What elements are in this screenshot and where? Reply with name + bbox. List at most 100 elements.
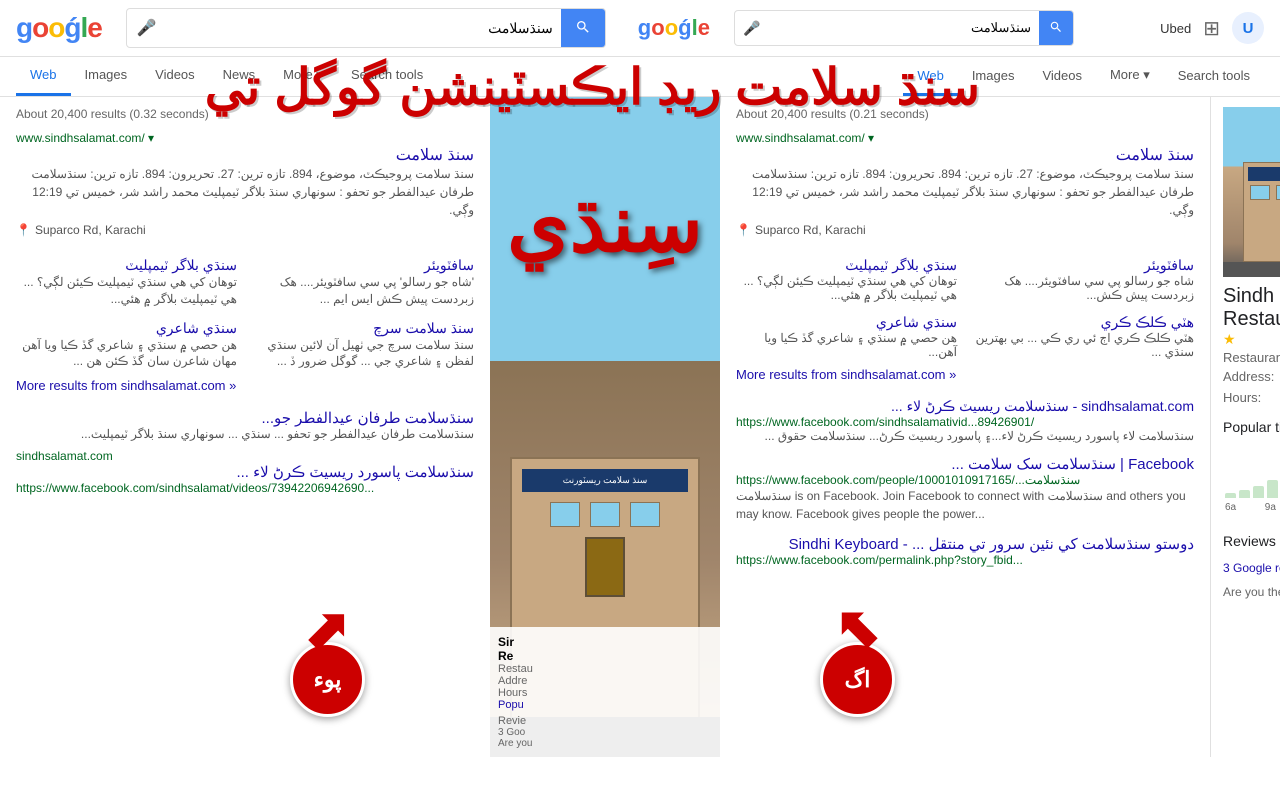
right-sindhi-keyboard: دوستو سنڌسلامت کي نئين سرور تي منتقل ...… [736,535,1194,567]
tab-search-tools[interactable]: Search tools [337,57,437,96]
nav-bar-left: Web Images Videos News More ▾ Search too… [0,57,1280,97]
restaurant-info-overlay: SirRe Restau Addre Hours Popu Revie 3 Go… [490,627,720,757]
more-results-left[interactable]: More results from sindhsalamat.com » [16,378,474,393]
ag-overlay: ➡ اگ [820,602,895,717]
location-pin-icon: 📍 [16,223,31,237]
apps-icon[interactable]: ⊞ [1203,16,1220,41]
main-search-button[interactable] [561,9,605,47]
knowledge-panel: سنڌ سلامت See photos [1210,97,1280,757]
results-count-left: About 20,400 results (0.32 seconds) [16,107,474,121]
tab-news[interactable]: News [209,57,270,96]
right-fb-url: sindhsalamat.com - سنڌسلامت ريسيٽ ڪرڻ لا… [736,398,1194,415]
microphone-icon[interactable]: 🎤 [127,18,167,38]
kp-footer: Are you the business owner? Feedback [1223,585,1280,599]
left-sub-result-1b: سافٽويئر 'شاه جو رسالو' پي سي سافٽويئر..… [253,257,474,308]
left-sub-result-2b: سنڌ سلامت سرچ سنڌ سلامت سرچ جي ٺهيل آن ل… [253,320,474,371]
right-sub-snippet-2b: هٽي ڪلڪ ڪري اڄ ئي ري ڪي ... بي بهترين سن… [973,331,1194,359]
popular-times-label: Popular times [1223,419,1280,435]
left-result-1: www.sindhsalamat.com/ ▾ سنڌ سلامت سنڌ سل… [16,131,474,237]
result-location-1: 📍 Suparco Rd, Karachi [16,223,474,237]
tab-videos-right[interactable]: Videos [1028,58,1096,96]
google-reviews-link[interactable]: 3 Google reviews [1223,561,1280,575]
sub-snippet-2b: سنڌ سلامت سرچ جي ٺهيل آن لائين سنڌي لفظن… [253,337,474,371]
right-sub-snippet-1b: شاه جو رسالو پي سي سافٽويئر.... هک زبردس… [973,274,1194,302]
right-sk-title[interactable]: دوستو سنڌسلامت کي نئين سرور تي منتقل ...… [736,535,1194,553]
right-location-pin-icon: 📍 [736,223,751,237]
bar-7a [1239,490,1250,498]
right-facebook-page: Facebook | سنڌسلامت سک سلامت ... https:/… [736,455,1194,523]
kp-star-icon: ★ [1223,331,1236,348]
header: gooǵle 🎤 gooǵle 🎤 Ubed ⊞ U [0,0,1280,57]
right-fb-url-link[interactable]: https://www.facebook.com/sindhsalamativi… [736,415,1194,429]
right-sub-title-2a[interactable]: سنڌي شاعري [736,314,957,331]
secondary-mic-icon[interactable]: 🎤 [735,20,768,37]
kp-hours-row: Hours: Open today 7:00 am – 1:00 am ▾ [1223,390,1280,406]
main-search-input[interactable] [167,20,561,36]
sub-title-2b[interactable]: سنڌ سلامت سرچ [253,320,474,337]
user-avatar[interactable]: U [1232,12,1264,44]
tab-more[interactable]: More ▾ [269,57,337,96]
secondary-search-bar: 🎤 [734,10,1074,46]
right-fb-page-snippet: سنڌسلامت is on Facebook. Join Facebook t… [736,487,1194,523]
kp-image: سنڌ سلامت See photos [1223,107,1280,277]
left-bottom-url-full: https://www.facebook.com/sindhsalamat/vi… [16,481,474,495]
left-bottom-result: sindhsalamat.com سنڌسلامت پاسورد ريسيٽ ڪ… [16,449,474,495]
secondary-search-button[interactable] [1039,11,1073,45]
bar-9a [1267,480,1278,498]
right-sub-title-2b[interactable]: هٽي ڪلڪ ڪري [973,314,1194,331]
right-sub-title-1a[interactable]: سنڌي بلاگر ٽيمپليٽ [736,257,957,274]
tab-search-tools-right[interactable]: Search tools [1164,58,1264,96]
tab-videos[interactable]: Videos [141,57,209,96]
left-fb-snippet: سنڌسلامت طرفان عيدالفطر جو تحفو ... سنڌي… [16,427,474,441]
result-snippet-1: سنڌ سلامت پروجيڪٽ، موضوع، 894. تازه ترين… [16,165,474,219]
results-count-right: About 20,400 results (0.21 seconds) [736,107,1194,121]
result-title-1[interactable]: سنڌ سلامت [16,145,474,165]
right-fb-page-url[interactable]: https://www.facebook.com/people/10001010… [736,473,1194,487]
left-bottom-title[interactable]: سنڌسلامت پاسورد ريسيٽ ڪرڻ لاء ... [16,463,474,481]
google-logo-left: gooǵle [16,12,102,44]
right-fb-snippet: سنڌسلامت لاء پاسورد ريسيٽ ڪرڻ لاء...۽ پا… [736,429,1194,443]
right-sub-title-1b[interactable]: سافٽويئر [973,257,1194,274]
more-results-right[interactable]: More results from sindhsalamat.com » [736,367,1194,382]
main-search-bar: 🎤 [126,8,606,48]
left-bottom-url: sindhsalamat.com [16,449,474,463]
google-logo-right: gooǵle [638,15,710,41]
left-facebook-result: سنڌسلامت طرفان عيدالفطر جو... سنڌسلامت ط… [16,409,474,441]
right-result-url-1: www.sindhsalamat.com/ ▾ [736,131,1194,145]
sub-title-1a[interactable]: سنڌي بلاگر ٽيمپليٽ [16,257,237,274]
kp-title: Sindh Salamat Restaurant [1223,285,1280,331]
bar-6a [1225,493,1236,498]
tab-images-right[interactable]: Images [958,58,1029,96]
sub-title-1b[interactable]: سافٽويئر [253,257,474,274]
kp-address-row: Address: Suparco Rd, Karachi [1223,369,1280,384]
tab-web-right[interactable]: Web [903,58,958,96]
address-label: Address: [1223,369,1280,384]
bar-time-labels: 6a 9a 12p 3p 6p 9p 12a [1223,502,1280,513]
popular-times-section: Popular times ⓘ Tuesdays ▾ Mondays Wedne… [1223,418,1280,513]
right-fb-page-title[interactable]: Facebook | سنڌسلامت سک سلامت ... [736,455,1194,473]
hours-label: Hours: [1223,390,1280,405]
sub-snippet-2a: هن حصي ۾ سنڌي ۽ شاعري گڏ ڪيا ويا آهن مها… [16,337,237,371]
right-sub-results-1: سنڌي بلاگر ٽيمپليٽ توهان کي هي سنڌي ٽيمپ… [736,257,1194,302]
sub-title-2a[interactable]: سنڌي شاعري [16,320,237,337]
left-sub-result-2a: سنڌي شاعري هن حصي ۾ سنڌي ۽ شاعري گڏ ڪيا … [16,320,237,371]
reviews-section: Reviews Write a review 3 Google reviews [1223,527,1280,575]
bar-label-6a: 6a [1225,502,1236,513]
left-fb-title[interactable]: سنڌسلامت طرفان عيدالفطر جو... [16,409,474,427]
sindhi-big-overlay: سِنڌي [500,177,710,270]
left-sub-result-1a: سنڌي بلاگر ٽيمپليٽ توهان کي هي سنڌي ٽيمپ… [16,257,237,308]
tab-more-right[interactable]: More ▾ [1096,57,1164,96]
right-result-location-1: 📍 Suparco Rd, Karachi [736,223,1194,237]
right-result-1: www.sindhsalamat.com/ ▾ سنڌ سلامت سنڌ سل… [736,131,1194,237]
middle-image-area: سنڌ سلامت ريسٽورنٽ سِنڌي [490,97,720,757]
right-sk-url[interactable]: https://www.facebook.com/permalink.php?s… [736,553,1194,567]
secondary-search-input[interactable] [768,21,1039,36]
right-result-title-1[interactable]: سنڌ سلامت [736,145,1194,165]
right-sub-snippet-1a: توهان کي هي سنڌي ٽيمپليٽ ڪيئن لڳي؟ ... ه… [736,274,957,302]
tab-images[interactable]: Images [71,57,142,96]
right-facebook-video: sindhsalamat.com - سنڌسلامت ريسيٽ ڪرڻ لا… [736,398,1194,443]
tab-web[interactable]: Web [16,57,71,96]
right-results: About 20,400 results (0.21 seconds) www.… [720,97,1210,757]
sub-snippet-1b: 'شاه جو رسالو' پي سي سافٽويئر.... هک زبر… [253,274,474,308]
user-name: Ubed [1160,21,1191,36]
